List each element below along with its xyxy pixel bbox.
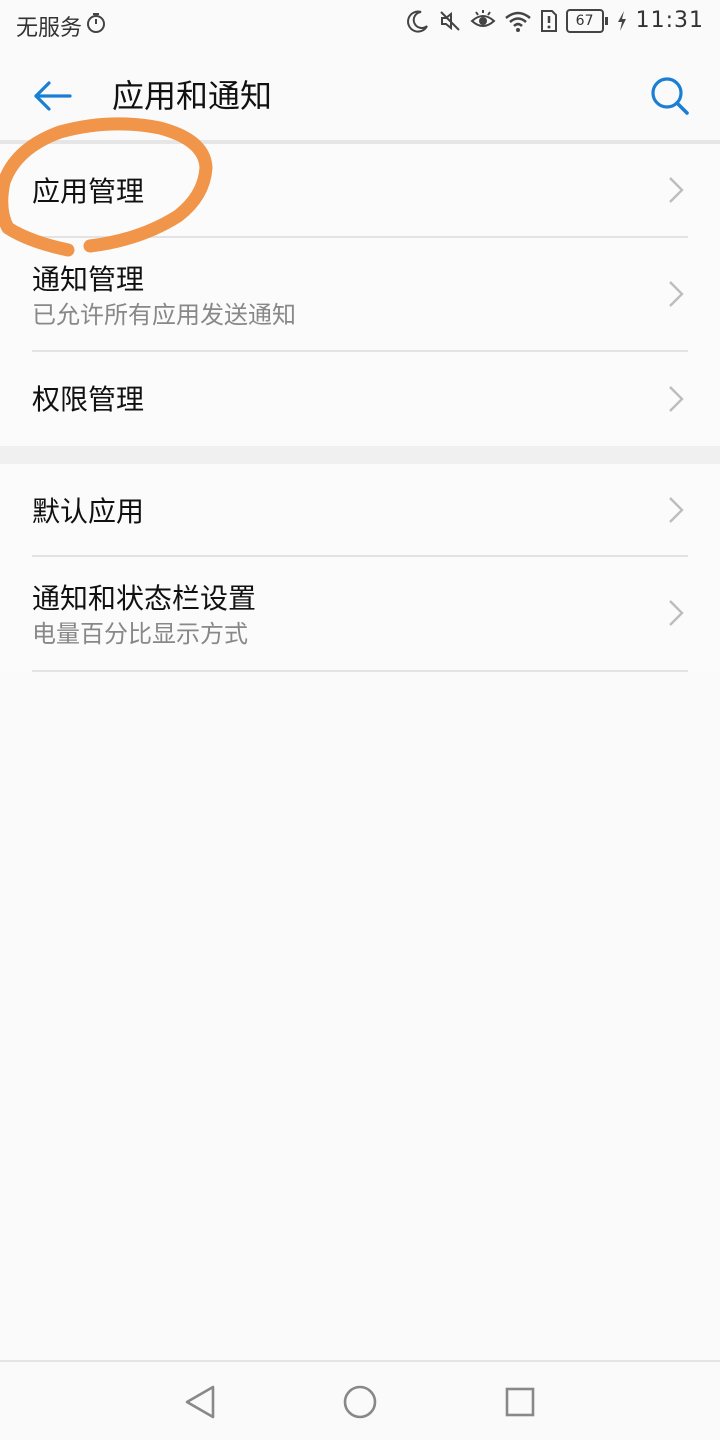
page-title: 应用和通知 bbox=[112, 77, 273, 115]
nav-home-button[interactable] bbox=[338, 1380, 382, 1424]
status-bar: 无服务 67 11:31 bbox=[0, 0, 720, 52]
chevron-right-icon bbox=[669, 600, 684, 626]
settings-group-1: 应用管理 通知管理 已允许所有应用发送通知 权限管理 bbox=[0, 144, 720, 446]
battery-icon: 67 bbox=[565, 8, 608, 33]
wifi-icon bbox=[504, 9, 532, 33]
chevron-right-icon bbox=[669, 386, 684, 412]
navigation-bar bbox=[0, 1360, 720, 1440]
chevron-right-icon bbox=[669, 281, 684, 307]
item-title: 应用管理 bbox=[32, 175, 145, 208]
settings-group-2: 默认应用 通知和状态栏设置 电量百分比显示方式 bbox=[0, 464, 720, 672]
list-item-notification-management[interactable]: 通知管理 已允许所有应用发送通知 bbox=[0, 238, 720, 352]
item-subtitle: 电量百分比显示方式 bbox=[32, 620, 248, 648]
nav-recent-icon bbox=[505, 1387, 535, 1417]
search-icon bbox=[651, 77, 689, 115]
item-title: 默认应用 bbox=[32, 495, 145, 528]
charging-icon bbox=[616, 10, 628, 32]
nav-home-icon bbox=[343, 1385, 377, 1419]
nav-back-button[interactable] bbox=[178, 1380, 222, 1424]
sim-alert-icon bbox=[540, 9, 558, 33]
arrow-left-icon bbox=[34, 81, 72, 111]
nav-recent-button[interactable] bbox=[498, 1380, 542, 1424]
item-subtitle: 已允许所有应用发送通知 bbox=[32, 301, 296, 329]
stopwatch-icon bbox=[86, 12, 106, 40]
chevron-right-icon bbox=[669, 177, 684, 203]
list-item-notification-statusbar-settings[interactable]: 通知和状态栏设置 电量百分比显示方式 bbox=[0, 557, 720, 671]
list-item-default-apps[interactable]: 默认应用 bbox=[0, 464, 720, 556]
search-button[interactable] bbox=[642, 68, 698, 124]
status-left: 无服务 bbox=[16, 10, 106, 42]
item-title: 通知管理 bbox=[32, 263, 145, 296]
clock: 11:31 bbox=[635, 8, 704, 33]
chevron-right-icon bbox=[669, 497, 684, 523]
carrier-label: 无服务 bbox=[16, 16, 83, 41]
battery-level: 67 bbox=[565, 8, 604, 33]
back-button[interactable] bbox=[24, 70, 80, 122]
mute-icon bbox=[438, 9, 462, 33]
item-title: 通知和状态栏设置 bbox=[32, 582, 257, 615]
app-header: 应用和通知 bbox=[0, 52, 720, 140]
eye-icon bbox=[470, 9, 496, 33]
item-divider bbox=[32, 670, 688, 672]
status-right: 67 11:31 bbox=[406, 8, 704, 33]
item-title: 权限管理 bbox=[32, 383, 145, 416]
nav-back-icon bbox=[185, 1385, 215, 1419]
moon-icon bbox=[406, 9, 430, 33]
list-item-permission-management[interactable]: 权限管理 bbox=[0, 352, 720, 446]
group-spacer bbox=[0, 446, 720, 464]
list-item-app-management[interactable]: 应用管理 bbox=[0, 144, 720, 236]
